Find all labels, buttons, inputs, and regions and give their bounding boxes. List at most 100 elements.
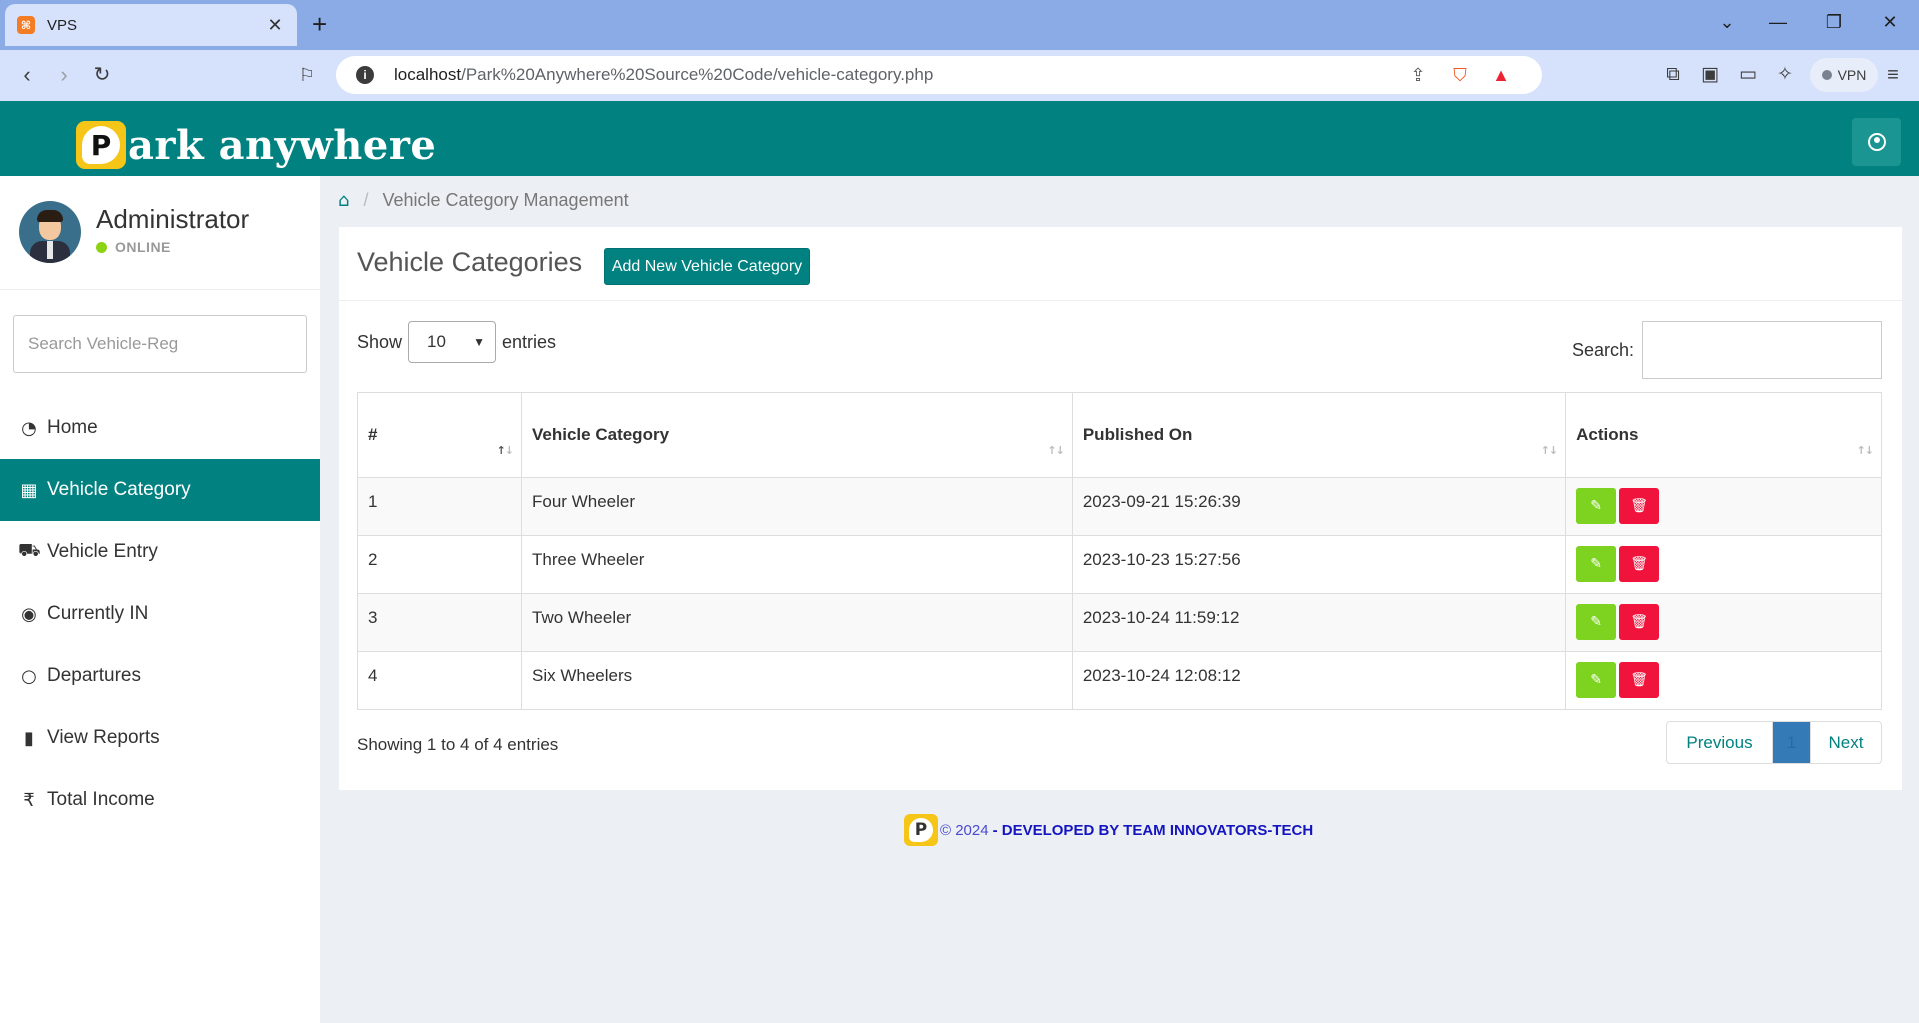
user-circle-icon xyxy=(1867,133,1886,151)
column-header-published[interactable]: Published On ↑↓ xyxy=(1071,392,1567,478)
column-header-actions[interactable]: Actions ↑↓ xyxy=(1565,392,1882,478)
trash-icon: 🗑 xyxy=(1630,614,1649,630)
reload-icon[interactable]: ↻ xyxy=(89,62,115,88)
edit-button[interactable]: ✎ xyxy=(1576,488,1617,524)
tab-title: VPS xyxy=(47,16,78,34)
site-info-icon[interactable]: i xyxy=(356,66,374,84)
sidebar-search-input[interactable] xyxy=(13,315,307,373)
table-search-input[interactable] xyxy=(1642,321,1882,379)
minimize-icon[interactable]: — xyxy=(1766,12,1790,33)
extensions-icon[interactable]: ⧉ xyxy=(1660,62,1686,88)
sidebar-item-currently-in[interactable]: ◉ Currently IN xyxy=(0,583,320,645)
edit-button[interactable]: ✎ xyxy=(1576,604,1617,640)
footer-copyright: © 2024 xyxy=(940,821,989,839)
share-icon[interactable]: ⇪ xyxy=(1406,64,1430,86)
window-close-icon[interactable]: ✕ xyxy=(1878,12,1902,33)
avatar xyxy=(19,201,81,263)
edit-button[interactable]: ✎ xyxy=(1576,662,1617,698)
app-header: P ark anywhere xyxy=(0,101,1919,176)
toggle-on-icon: ◉ xyxy=(21,603,37,625)
sidebar-item-vehicle-category[interactable]: ▦ Vehicle Category xyxy=(0,459,320,521)
page-1-button[interactable]: 1 xyxy=(1773,722,1811,763)
browser-tab-bar: ⌘ VPS ✕ + ⌄ — ❐ ✕ xyxy=(0,0,1919,50)
chevron-down-icon: ▼ xyxy=(473,335,486,349)
bookmark-icon[interactable]: ⚐ xyxy=(294,62,320,88)
tab-close-icon[interactable]: ✕ xyxy=(265,15,285,36)
user-menu-button[interactable] xyxy=(1852,118,1901,166)
sort-icon: ↑↓ xyxy=(1047,444,1064,457)
user-panel: Administrator ONLINE xyxy=(0,176,320,290)
breadcrumb-separator: / xyxy=(363,190,369,210)
sidebar-item-total-income[interactable]: ₹ Total Income xyxy=(0,769,320,831)
url-text: localhost/Park%20Anywhere%20Source%20Cod… xyxy=(394,65,934,84)
trash-icon: 🗑 xyxy=(1630,556,1649,572)
browser-tab[interactable]: ⌘ VPS ✕ xyxy=(5,4,297,46)
forward-icon[interactable]: › xyxy=(51,62,77,88)
trash-icon: 🗑 xyxy=(1630,672,1649,688)
sidebar-item-view-reports[interactable]: ▮ View Reports xyxy=(0,707,320,769)
cell-number: 1 xyxy=(356,477,523,536)
xampp-favicon-icon: ⌘ xyxy=(17,16,35,34)
restore-icon[interactable]: ❐ xyxy=(1822,12,1846,33)
logo-text: ark anywhere xyxy=(128,121,437,169)
cell-published: 2023-10-23 15:27:56 xyxy=(1071,535,1567,594)
delete-button[interactable]: 🗑 xyxy=(1619,604,1660,640)
breadcrumb-current: Vehicle Category Management xyxy=(382,190,629,210)
cell-category: Two Wheeler xyxy=(521,593,1073,652)
cell-number: 3 xyxy=(356,593,523,652)
cell-category: Six Wheelers xyxy=(521,651,1073,710)
cell-number: 2 xyxy=(356,535,523,594)
table-row: 4 Six Wheelers 2023-10-24 12:08:12 ✎ 🗑 xyxy=(356,651,1882,710)
brave-rewards-icon[interactable]: ▲ xyxy=(1489,64,1513,86)
column-header-category[interactable]: Vehicle Category ↑↓ xyxy=(521,392,1073,478)
menu-icon[interactable]: ≡ xyxy=(1880,62,1906,88)
address-bar[interactable]: i localhost/Park%20Anywhere%20Source%20C… xyxy=(336,56,1542,94)
home-icon[interactable]: ⌂ xyxy=(338,190,349,211)
next-page-button[interactable]: Next xyxy=(1811,722,1881,763)
edit-icon: ✎ xyxy=(1590,672,1602,688)
brave-shield-icon[interactable]: ⛉ xyxy=(1448,64,1472,86)
wallet-icon[interactable]: ▭ xyxy=(1735,62,1761,88)
page-length-select[interactable]: 10 ▼ xyxy=(408,321,497,363)
cell-published: 2023-09-21 15:26:39 xyxy=(1071,477,1567,536)
delete-button[interactable]: 🗑 xyxy=(1619,488,1660,524)
cell-actions: ✎ 🗑 xyxy=(1565,593,1882,652)
column-header-number[interactable]: # ↑↓ xyxy=(356,392,523,478)
cell-published: 2023-10-24 12:08:12 xyxy=(1071,651,1567,710)
edit-icon: ✎ xyxy=(1590,556,1602,572)
sidebar-item-home[interactable]: ◔ Home xyxy=(0,397,320,459)
tab-list-chevron-icon[interactable]: ⌄ xyxy=(1715,12,1739,33)
back-icon[interactable]: ‹ xyxy=(14,62,40,88)
logo[interactable]: P ark anywhere xyxy=(76,121,436,169)
footer-logo-icon: P xyxy=(904,814,938,846)
add-vehicle-category-button[interactable]: Add New Vehicle Category xyxy=(604,248,810,285)
cell-actions: ✎ 🗑 xyxy=(1565,651,1882,710)
sidebar-item-vehicle-entry[interactable]: ⛟ Vehicle Entry xyxy=(0,521,320,583)
table-row: 3 Two Wheeler 2023-10-24 11:59:12 ✎ 🗑 xyxy=(356,593,1882,652)
delete-button[interactable]: 🗑 xyxy=(1619,662,1660,698)
footer-developer[interactable]: - DEVELOPED BY TEAM INNOVATORS-TECH xyxy=(993,822,1314,839)
delete-button[interactable]: 🗑 xyxy=(1619,546,1660,582)
breadcrumb: ⌂ / Vehicle Category Management xyxy=(338,190,629,211)
panel-header: Vehicle Categories Add New Vehicle Categ… xyxy=(339,227,1902,301)
file-icon: ▮ xyxy=(24,727,34,749)
cell-actions: ✎ 🗑 xyxy=(1565,477,1882,536)
table-row: 1 Four Wheeler 2023-09-21 15:26:39 ✎ 🗑 xyxy=(356,477,1882,536)
new-tab-button[interactable]: + xyxy=(312,10,327,38)
edit-icon: ✎ xyxy=(1590,614,1602,630)
sidebar-icon[interactable]: ▣ xyxy=(1697,62,1723,88)
leo-ai-icon[interactable]: ✧ xyxy=(1772,62,1798,88)
page-title: Vehicle Categories xyxy=(357,247,583,277)
cell-number: 4 xyxy=(356,651,523,710)
dashboard-icon: ◔ xyxy=(21,417,37,439)
sidebar-item-departures[interactable]: ○ Departures xyxy=(0,645,320,707)
grid-icon: ▦ xyxy=(20,479,38,501)
table-search: Search: xyxy=(1572,321,1882,379)
browser-toolbar: ‹ › ↻ ⚐ i localhost/Park%20Anywhere%20So… xyxy=(0,50,1919,101)
previous-page-button[interactable]: Previous xyxy=(1667,722,1773,763)
cell-actions: ✎ 🗑 xyxy=(1565,535,1882,594)
table-row: 2 Three Wheeler 2023-10-23 15:27:56 ✎ 🗑 xyxy=(356,535,1882,594)
edit-button[interactable]: ✎ xyxy=(1576,546,1617,582)
vpn-button[interactable]: VPN xyxy=(1810,58,1878,92)
rupee-icon: ₹ xyxy=(23,789,35,811)
